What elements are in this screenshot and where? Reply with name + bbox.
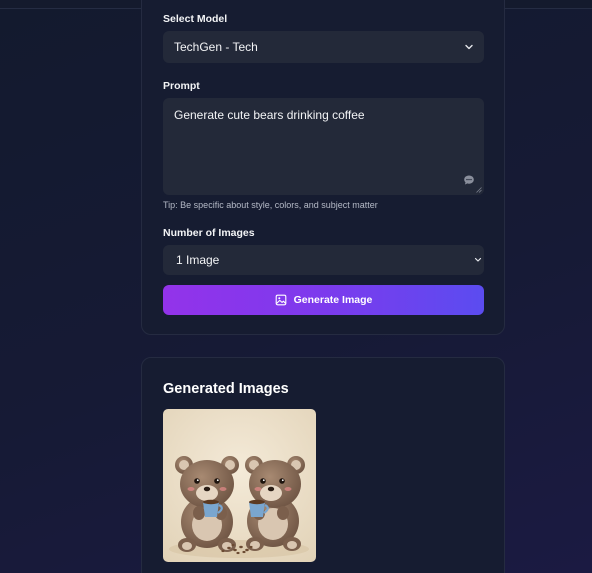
generated-images-title: Generated Images — [163, 381, 289, 397]
image-count-value: 1 Image — [176, 253, 220, 267]
prompt-textarea[interactable]: Generate cute bears drinking coffee — [163, 98, 484, 195]
generate-image-button[interactable]: Generate Image — [163, 285, 484, 315]
model-select-value: TechGen - Tech — [174, 40, 258, 54]
bears-drinking-coffee-image — [163, 409, 316, 562]
generate-image-label: Generate Image — [293, 294, 373, 306]
prompt-text: Generate cute bears drinking coffee — [174, 108, 365, 122]
generation-form-card: Select Model TechGen - Tech Prompt Gener… — [141, 0, 505, 335]
generated-images-card: Generated Images — [141, 357, 505, 573]
model-label: Select Model — [163, 13, 228, 25]
resize-grip-icon[interactable] — [476, 187, 482, 193]
image-count-select[interactable]: 1 Image — [163, 245, 484, 275]
prompt-tip: Tip: Be specific about style, colors, an… — [163, 200, 378, 210]
prompt-label: Prompt — [163, 80, 200, 92]
chevron-down-icon — [465, 44, 473, 50]
count-label: Number of Images — [163, 227, 255, 239]
chevron-down-icon — [474, 257, 482, 262]
generated-image-thumbnail[interactable] — [163, 409, 316, 562]
image-icon — [275, 294, 286, 306]
model-select[interactable]: TechGen - Tech — [163, 31, 484, 63]
chat-bubble-icon[interactable] — [463, 174, 475, 186]
